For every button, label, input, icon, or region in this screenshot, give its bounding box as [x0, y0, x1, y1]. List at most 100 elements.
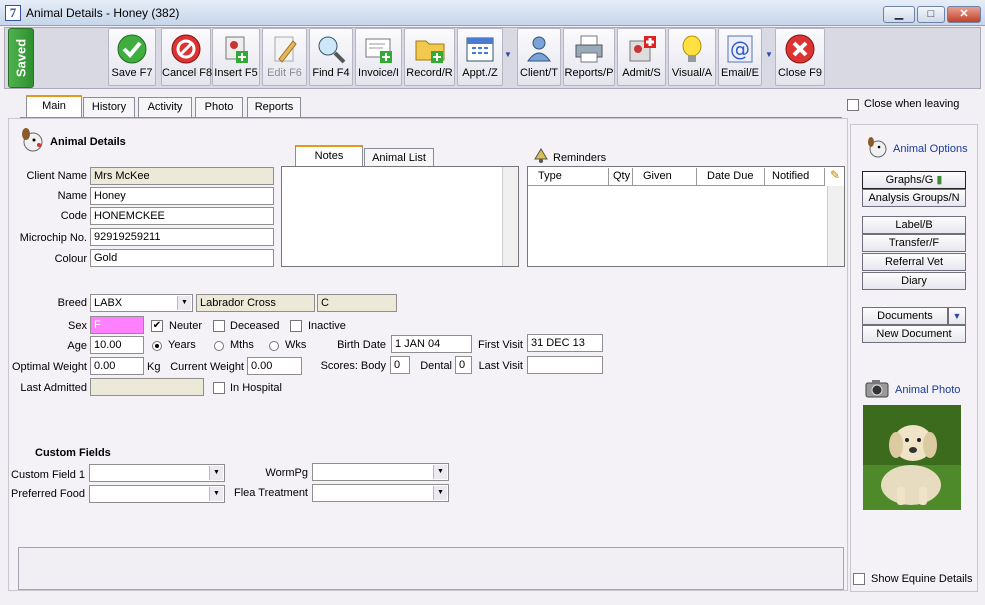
person-icon	[527, 36, 551, 62]
cancel-button[interactable]: Cancel F8	[161, 28, 212, 86]
breed-select[interactable]: LABX ▼	[90, 294, 193, 312]
breed-label: Breed	[57, 297, 87, 309]
invoice-label: Invoice/I	[358, 67, 399, 79]
optimal-weight-field[interactable]: 0.00	[90, 357, 144, 375]
breed-code-value: LABX	[94, 297, 123, 309]
visual-button[interactable]: Visual/A	[668, 28, 716, 86]
reminders-col-notified[interactable]: Notified	[765, 168, 825, 186]
window-close-button[interactable]: ✕	[947, 6, 981, 23]
insert-button[interactable]: Insert F5	[212, 28, 260, 86]
years-label: Years	[168, 339, 196, 351]
tab-reports[interactable]: Reports	[247, 97, 301, 117]
sex-field[interactable]: F	[90, 316, 144, 334]
new-document-button[interactable]: New Document	[862, 325, 966, 343]
saved-badge: Saved	[8, 28, 34, 88]
appt-button[interactable]: Appt./Z	[457, 28, 503, 86]
reminders-col-date-due[interactable]: Date Due	[697, 168, 765, 186]
notes-scrollbar[interactable]	[502, 167, 518, 266]
colour-field[interactable]: Gold	[90, 249, 274, 267]
record-label: Record/R	[406, 67, 453, 79]
custom-field-1-select[interactable]: ▼	[89, 464, 225, 482]
calendar-icon	[466, 37, 494, 62]
custom-fields-heading: Custom Fields	[35, 447, 111, 459]
notes-textarea[interactable]	[281, 166, 519, 267]
graphs-button[interactable]: Graphs/G ▮	[862, 171, 966, 189]
dental-score-field[interactable]: 0	[455, 356, 472, 374]
reminders-scrollbar[interactable]	[827, 186, 844, 266]
tab-history[interactable]: History	[83, 97, 135, 117]
reminders-title: Reminders	[553, 152, 607, 164]
hospital-icon	[629, 36, 656, 62]
invoice-button[interactable]: Invoice/I	[355, 28, 402, 86]
save-button[interactable]: Save F7	[108, 28, 156, 86]
deceased-label: Deceased	[230, 320, 280, 332]
tab-main[interactable]: Main	[26, 95, 82, 117]
preferred-food-select[interactable]: ▼	[89, 485, 225, 503]
birth-date-field[interactable]: 1 JAN 04	[391, 335, 472, 353]
name-field[interactable]: Honey	[90, 187, 274, 205]
custom-field-1-label: Custom Field 1	[11, 469, 85, 481]
reports-button[interactable]: Reports/P	[563, 28, 615, 86]
graphs-label: Graphs/G	[885, 174, 934, 186]
tab-notes[interactable]: Notes	[295, 145, 363, 167]
microchip-field[interactable]: 92919259211	[90, 228, 274, 246]
referral-vet-button[interactable]: Referral Vet	[862, 253, 966, 271]
appt-dropdown-arrow-icon[interactable]: ▼	[504, 50, 513, 62]
edit-pencil-icon[interactable]: ✎	[826, 168, 844, 186]
tab-animal-list[interactable]: Animal List	[364, 148, 434, 167]
wormpg-select[interactable]: ▼	[312, 463, 449, 481]
in-hospital-checkbox[interactable]	[213, 382, 225, 394]
record-button[interactable]: Record/R	[404, 28, 455, 86]
current-weight-field[interactable]: 0.00	[247, 357, 302, 375]
edit-pencil-icon	[274, 36, 297, 63]
deceased-checkbox[interactable]	[213, 320, 225, 332]
wks-radio[interactable]	[269, 341, 279, 351]
close-label: Close F9	[777, 67, 823, 79]
reminders-col-given[interactable]: Given	[633, 168, 697, 186]
show-equine-checkbox[interactable]	[853, 573, 865, 585]
edit-button[interactable]: Edit F6	[262, 28, 307, 86]
reminders-col-qty[interactable]: Qty	[609, 168, 633, 186]
close-button[interactable]: Close F9	[775, 28, 825, 86]
mths-radio[interactable]	[214, 341, 224, 351]
inactive-checkbox[interactable]	[290, 320, 302, 332]
client-button[interactable]: Client/T	[517, 28, 561, 86]
code-field[interactable]: HONEMCKEE	[90, 207, 274, 225]
camera-icon	[865, 380, 889, 398]
find-label: Find F4	[312, 67, 350, 79]
last-visit-field[interactable]	[527, 356, 603, 374]
name-label: Name	[57, 190, 87, 202]
analysis-groups-button[interactable]: Analysis Groups/N	[862, 189, 966, 207]
close-when-leaving-label: Close when leaving	[864, 98, 960, 110]
label-button[interactable]: Label/B	[862, 216, 966, 234]
first-visit-label: First Visit	[477, 339, 523, 351]
animal-dog-icon	[22, 128, 43, 152]
find-button[interactable]: Find F4	[309, 28, 353, 86]
age-field[interactable]: 10.00	[90, 336, 144, 354]
close-when-leaving-checkbox[interactable]	[847, 99, 859, 111]
chevron-down-icon: ▼	[177, 296, 191, 310]
client-name-field[interactable]: Mrs McKee	[90, 167, 274, 185]
tab-activity[interactable]: Activity	[138, 97, 192, 117]
visual-label: Visual/A	[671, 67, 713, 79]
saved-label: Saved	[13, 38, 29, 78]
first-visit-field[interactable]: 31 DEC 13	[527, 334, 603, 352]
reminders-col-type[interactable]: Type	[528, 168, 609, 186]
transfer-button[interactable]: Transfer/F	[862, 234, 966, 252]
neuter-checkbox[interactable]: ✔	[151, 320, 163, 332]
documents-dropdown-arrow-icon[interactable]: ▼	[948, 307, 966, 325]
email-dropdown-arrow-icon[interactable]: ▼	[765, 50, 774, 62]
tab-photo[interactable]: Photo	[195, 97, 243, 117]
admit-button[interactable]: Admit/S	[617, 28, 666, 86]
maximize-button[interactable]: □	[917, 6, 945, 23]
minimize-button[interactable]: ▁	[883, 6, 915, 23]
years-radio[interactable]	[152, 341, 162, 351]
body-score-field[interactable]: 0	[390, 356, 410, 374]
chevron-down-icon: ▼	[209, 487, 223, 501]
flea-treatment-select[interactable]: ▼	[312, 484, 449, 502]
graph-bars-icon: ▮	[936, 174, 943, 186]
status-panel	[18, 547, 844, 590]
diary-button[interactable]: Diary	[862, 272, 966, 290]
email-button[interactable]: @ Email/E	[718, 28, 762, 86]
documents-button[interactable]: Documents	[862, 307, 948, 325]
